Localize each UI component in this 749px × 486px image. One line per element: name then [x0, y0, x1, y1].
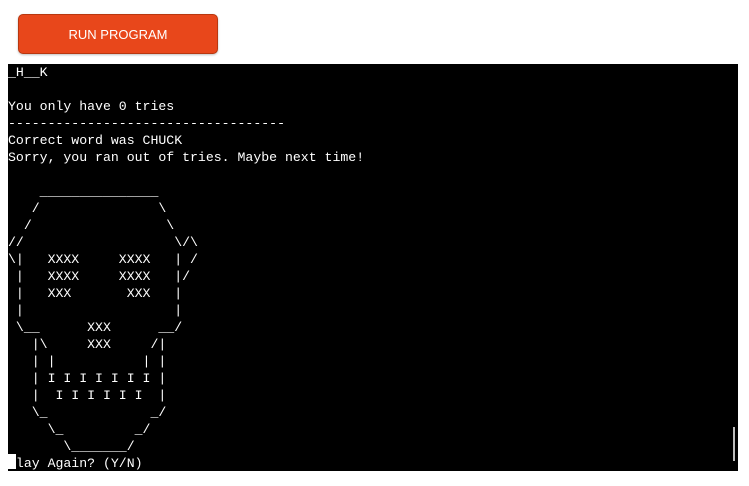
terminal-line: | XXX XXX |	[8, 286, 183, 301]
terminal-line: You only have 0 tries	[8, 99, 175, 114]
run-program-button[interactable]: RUN PROGRAM	[18, 14, 218, 54]
terminal-line: | | | |	[8, 354, 167, 369]
terminal-line: \_ _/	[8, 422, 151, 437]
terminal-line: |\ XXX /|	[8, 337, 167, 352]
terminal-line: _______________	[8, 184, 159, 199]
terminal-line: \| XXXX XXXX | /	[8, 252, 198, 267]
terminal-line: \_ _/	[8, 405, 167, 420]
terminal-line: | I I I I I I I |	[8, 371, 167, 386]
terminal-line: | I I I I I I |	[8, 388, 167, 403]
terminal-text: _H__K You only have 0 tries ------------…	[8, 64, 738, 471]
terminal-line: \_______/	[8, 439, 135, 454]
terminal-output[interactable]: _H__K You only have 0 tries ------------…	[8, 64, 738, 471]
terminal-line: / \	[8, 201, 167, 216]
terminal-line: | XXXX XXXX |/	[8, 269, 191, 284]
terminal-line: -----------------------------------	[8, 116, 285, 131]
terminal-scrollbar[interactable]	[733, 427, 735, 461]
terminal-cursor	[8, 454, 16, 469]
terminal-line: Sorry, you ran out of tries. Maybe next …	[8, 150, 365, 165]
terminal-line: | |	[8, 303, 183, 318]
terminal-line: // \/\	[8, 235, 198, 250]
terminal-line: \__ XXX __/	[8, 320, 183, 335]
terminal-line: Play Again? (Y/N)	[8, 456, 143, 471]
terminal-line: Correct word was CHUCK	[8, 133, 183, 148]
terminal-line: _H__K	[8, 65, 48, 80]
terminal-line: / \	[8, 218, 175, 233]
